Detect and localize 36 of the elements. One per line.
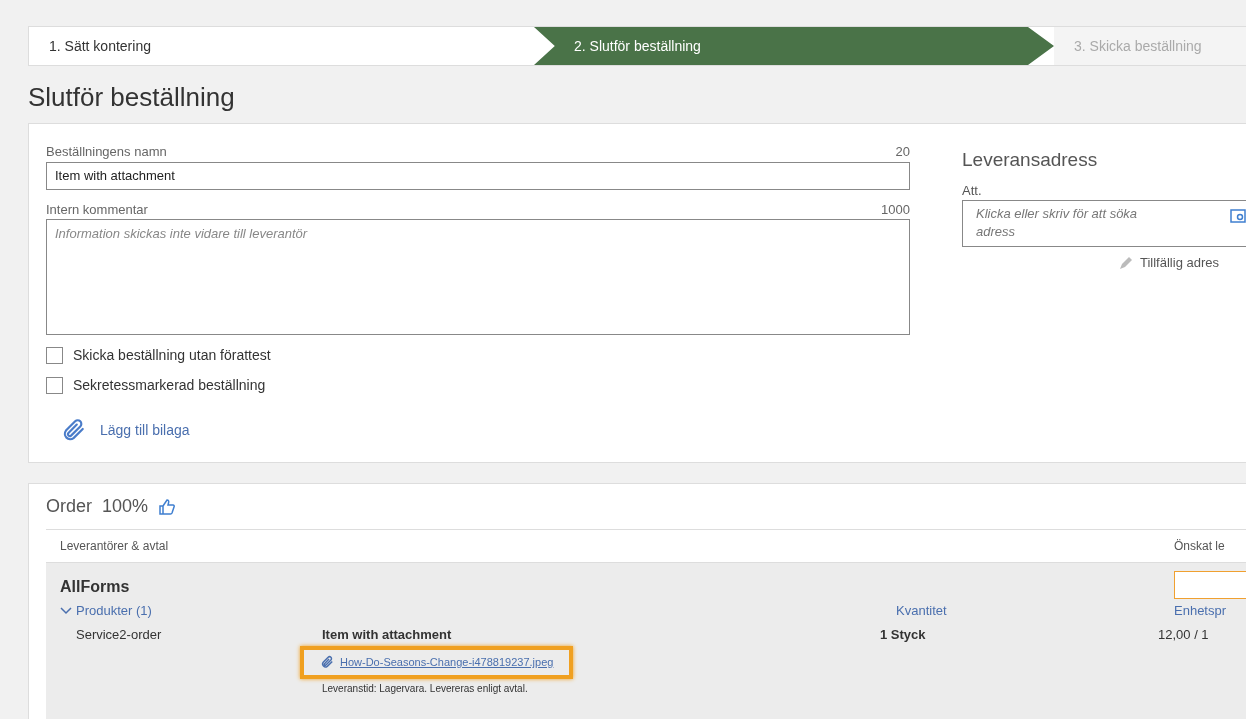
field-label: Intern kommentar xyxy=(46,200,148,219)
char-limit: 1000 xyxy=(881,200,910,219)
date-field[interactable] xyxy=(1174,571,1246,599)
pencil-icon xyxy=(1118,254,1134,271)
paperclip-icon xyxy=(320,655,334,670)
section-heading: Leveransadress xyxy=(962,148,1099,172)
comment-field[interactable]: Information skickas inte vidare till leverantör xyxy=(46,219,910,335)
checkbox-label: Skicka beställning utan förattest xyxy=(73,345,271,365)
wizard-step[interactable]: 2. Slutför beställning xyxy=(534,27,1054,65)
column-header: Enhetspr xyxy=(1174,602,1227,620)
product-code: Service2-order xyxy=(75,625,163,644)
order-percent: 100% xyxy=(102,495,149,518)
field-label: Beställningens namn xyxy=(46,143,167,161)
delivery-note: Leveranstid: Lagervara. Levereras enligt avtal. xyxy=(322,681,528,696)
supplier-name: AllForms xyxy=(60,577,130,597)
address-search-field[interactable]: Klicka eller skriv för att söka adress xyxy=(962,200,1246,247)
page-title: Slutför beställning xyxy=(28,81,235,114)
checkbox-label: Sekretessmarkerad beställning xyxy=(73,375,266,395)
checkbox[interactable] xyxy=(46,376,63,394)
column-header: Kvantitet xyxy=(896,602,948,620)
products-toggle[interactable]: Produkter (1) xyxy=(60,601,896,621)
column-header: Önskat le xyxy=(1174,538,1226,555)
unit-price: 12,00 / 1 xyxy=(1158,625,1209,644)
char-limit: 20 xyxy=(895,143,910,161)
temporary-address-link[interactable]: Tillfällig adres xyxy=(1140,253,1219,273)
thumbs-up-icon xyxy=(158,497,177,516)
input-field[interactable]: Item with attachment xyxy=(46,161,910,190)
column-header: Leverantörer & avtal xyxy=(60,538,169,555)
add-attachment-link[interactable]: Lägg till bilaga xyxy=(100,419,190,441)
field-label: Att. xyxy=(962,181,983,200)
address-book-icon xyxy=(1230,209,1246,223)
checkbox[interactable] xyxy=(46,346,63,364)
order-title: Order xyxy=(46,495,92,518)
attachment-link[interactable]: How-Do-Seasons-Change-i478819237.jpeg xyxy=(340,654,554,671)
product-name: Item with attachment xyxy=(322,625,452,644)
quantity: 1 Styck xyxy=(880,625,927,644)
